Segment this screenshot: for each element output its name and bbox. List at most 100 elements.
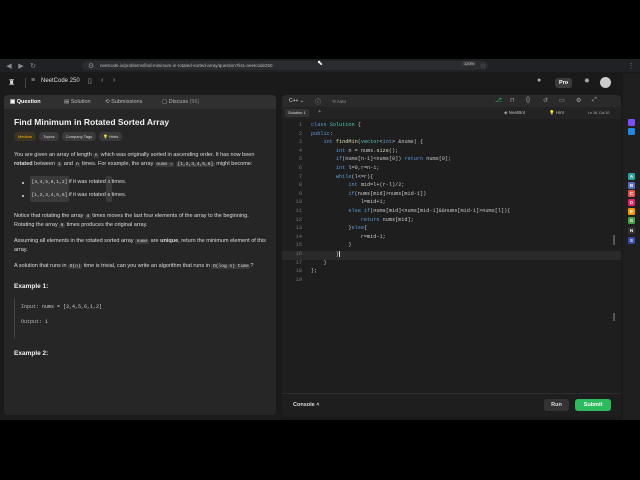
code-line[interactable]: 14 r=mid-1; — [282, 234, 621, 243]
description-paragraph-2: Notice that rotating the array 4 times m… — [14, 213, 249, 228]
tab-solution[interactable]: ▤ Solution — [64, 99, 91, 105]
code-line[interactable]: 2 public: — [282, 131, 621, 140]
code-text: r=mid-1; — [311, 233, 386, 240]
code-line[interactable]: 1 class Solution { — [282, 122, 621, 131]
code-line[interactable]: 5 if(nums[n-1]<nums[0]) return nums[0]; — [282, 156, 621, 165]
notification-icon[interactable]: ● — [537, 77, 541, 84]
code-line[interactable]: 18}; — [282, 268, 621, 277]
code-text: class Solution { — [311, 122, 361, 128]
problem-title: Find Minimum in Rotated Sorted Array — [14, 117, 170, 127]
hint-button[interactable]: 💡 Hint — [549, 110, 564, 116]
solution-tab[interactable]: Solution 1 — [285, 109, 309, 117]
code-line[interactable]: 17 } — [282, 260, 621, 269]
problem-tabbar: ▣ Question ▤ Solution ⟲ Submissions ▢ Di… — [4, 95, 276, 109]
ext-a-icon[interactable]: A — [628, 173, 635, 180]
code-line[interactable]: 11 else if(nums[mid]<nums[mid-1]&&nums[m… — [282, 208, 621, 217]
example-1-input: Input: nums = [3,4,5,6,1,2] — [21, 304, 103, 310]
address-bar-url: neetcode.io/problems/find-minimum-in-rot… — [100, 63, 273, 68]
code-text: }; — [311, 268, 318, 275]
code-line[interactable]: 16 } — [282, 251, 621, 260]
editor-scrollbar[interactable] — [613, 235, 615, 245]
code-line[interactable]: 9 if(nums[mid]>nums[mid-1]) — [282, 191, 621, 200]
language-select[interactable]: C++ ⌄ — [289, 98, 304, 104]
reload-icon[interactable]: ↻ — [28, 61, 38, 71]
ext-blue-icon[interactable] — [628, 128, 635, 135]
console-toggle[interactable]: Console ˄ — [293, 402, 319, 408]
back-icon[interactable]: ◀ — [4, 61, 14, 71]
code-line[interactable]: 10 l=mid+1; — [282, 199, 621, 208]
run-button[interactable]: Run — [544, 399, 569, 411]
line-number: 4 — [298, 147, 302, 154]
neetbot-button[interactable]: ◈ NeetBot — [504, 110, 525, 116]
zoom-badge[interactable]: 120% — [462, 60, 477, 66]
hints-chip[interactable]: 💡 Hints — [99, 132, 123, 141]
line-number: 15 — [295, 242, 302, 249]
book-icon[interactable]: ▯ — [88, 77, 92, 85]
code-line[interactable]: 4 int n = nums.size(); — [282, 148, 621, 157]
layout-icon[interactable]: ▭ — [559, 97, 565, 104]
auto-save-label: ⟲ Auto — [332, 98, 347, 104]
ext-c-icon[interactable]: C — [628, 190, 635, 197]
browser-menu-icon[interactable]: ⋮ — [626, 61, 636, 71]
code-line[interactable]: 8 int mid=l+(r-l)/2; — [282, 182, 621, 191]
code-editor[interactable]: 1 class Solution {2 public: 3 int findMin(v… — [282, 122, 621, 382]
address-bar[interactable]: ⚙ neetcode.io/problems/find-minimum-in-r… — [82, 61, 488, 70]
ext-e-icon[interactable]: E — [628, 208, 635, 215]
fullscreen-icon[interactable]: ⤢ — [592, 97, 597, 104]
ext-purple-icon[interactable] — [628, 119, 635, 126]
settings-icon[interactable]: ✹ — [584, 77, 590, 85]
example-1-title: Example 1: — [14, 283, 49, 290]
code-line[interactable]: 13 }else{ — [282, 225, 621, 234]
ext-n-icon[interactable]: N — [628, 227, 635, 234]
next-problem-icon[interactable]: › — [113, 77, 115, 84]
ext-s-icon[interactable]: S — [628, 237, 635, 244]
code-text: return nums[mid]; — [360, 216, 414, 223]
tab-question[interactable]: ▣ Question — [10, 99, 41, 105]
pro-badge[interactable]: Pro — [555, 78, 573, 88]
line-number: 12 — [295, 216, 302, 223]
info-icon[interactable]: ⓘ — [315, 97, 321, 106]
code-line[interactable]: 7 while(l<=r){ — [282, 174, 621, 183]
code-line[interactable]: 12 return nums[mid]; — [282, 217, 621, 226]
format-icon[interactable]: {} — [526, 97, 530, 103]
site-info-icon[interactable]: ⚙ — [86, 61, 96, 71]
extensions-column: ABCDEGNS — [623, 74, 640, 420]
editor-scrollbar-marker — [613, 313, 615, 321]
code-line[interactable]: 15 } — [282, 242, 621, 251]
settings-gear-icon[interactable]: ⚙ — [576, 97, 581, 104]
add-solution-button[interactable]: + — [318, 109, 321, 115]
avatar[interactable] — [600, 77, 611, 88]
difficulty-chip: Medium — [14, 132, 37, 141]
git-icon[interactable]: ⎇ — [495, 97, 502, 104]
line-number: 16 — [295, 251, 302, 257]
forward-icon[interactable]: ▶ — [16, 61, 26, 71]
problem-chips: Medium Topics Company Tags 💡 Hints — [14, 132, 269, 141]
code-line[interactable]: 19 — [282, 277, 621, 286]
ext-g-icon[interactable]: G — [628, 217, 635, 224]
example-1-box: Input: nums = [3,4,5,6,1,2] Output: 1 — [14, 298, 269, 338]
code-text: } — [311, 242, 352, 249]
tab-discuss[interactable]: ▢ Discuss (56) — [162, 99, 199, 105]
submit-button[interactable]: Submit — [575, 399, 611, 411]
topics-chip[interactable]: Topics — [39, 132, 59, 141]
company-tags-chip[interactable]: Company Tags — [61, 132, 97, 141]
code-line[interactable]: 6 int l=0,r=n-1; — [282, 165, 621, 174]
neetcode-logo-icon[interactable]: ♜ — [8, 78, 17, 88]
prev-problem-icon[interactable]: ‹ — [101, 77, 103, 84]
tab-submissions[interactable]: ⟲ Submissions — [105, 99, 142, 105]
panel-resizer[interactable] — [278, 97, 280, 413]
ext-b-icon[interactable]: B — [628, 182, 635, 189]
bookmark-icon[interactable]: ☆ — [478, 61, 488, 71]
cursor-position: Ln 16, Col 10 — [588, 111, 610, 115]
mouse-pointer-icon: ⬉ — [317, 60, 323, 67]
list-item: [3,4,5,6,1,2] if it was rotated 4 times. — [22, 176, 269, 189]
reset-icon[interactable]: ↺ — [543, 97, 548, 104]
course-title[interactable]: NeetCode 250 — [41, 78, 80, 84]
lock-icon[interactable]: ⊓ — [510, 97, 515, 104]
code-text: }else{ — [311, 225, 368, 232]
code-text: if(nums[mid]>nums[mid-1]) — [348, 190, 427, 197]
code-line[interactable]: 3 int findMin(vector<int> &nums) { — [282, 139, 621, 148]
ext-d-icon[interactable]: D — [628, 199, 635, 206]
code-text: int n = nums.size(); — [335, 147, 399, 154]
example-1-output: Output: 1 — [21, 319, 49, 325]
